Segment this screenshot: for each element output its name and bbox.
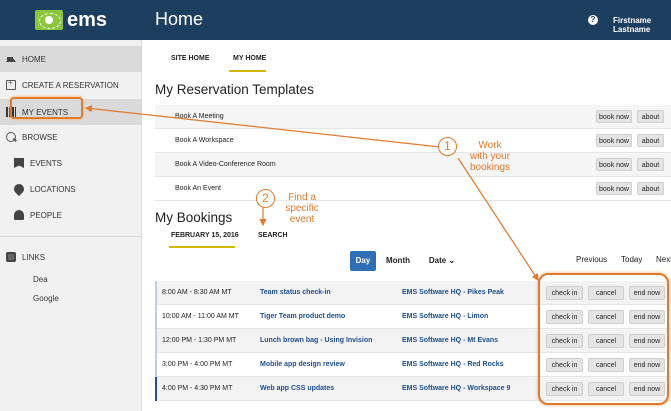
annotation-number-2: 2 (256, 189, 275, 208)
annotation-arrows (84, 105, 539, 282)
annotation-line: specific (285, 203, 319, 214)
annotation-line: with your (469, 151, 510, 162)
annotation-text-2: Find a specific event (276, 192, 328, 225)
annotation-line: bookings (469, 162, 511, 173)
annotation-line: Work (478, 140, 502, 151)
annotation-number-1: 1 (438, 137, 457, 156)
arrow-to-actions (457, 157, 539, 282)
annotation-line: event (289, 214, 315, 225)
arrow-to-my-events (84, 105, 441, 148)
annotation-line: Find a (288, 192, 316, 203)
annotation-text-1: Work with your bookings (459, 140, 521, 173)
